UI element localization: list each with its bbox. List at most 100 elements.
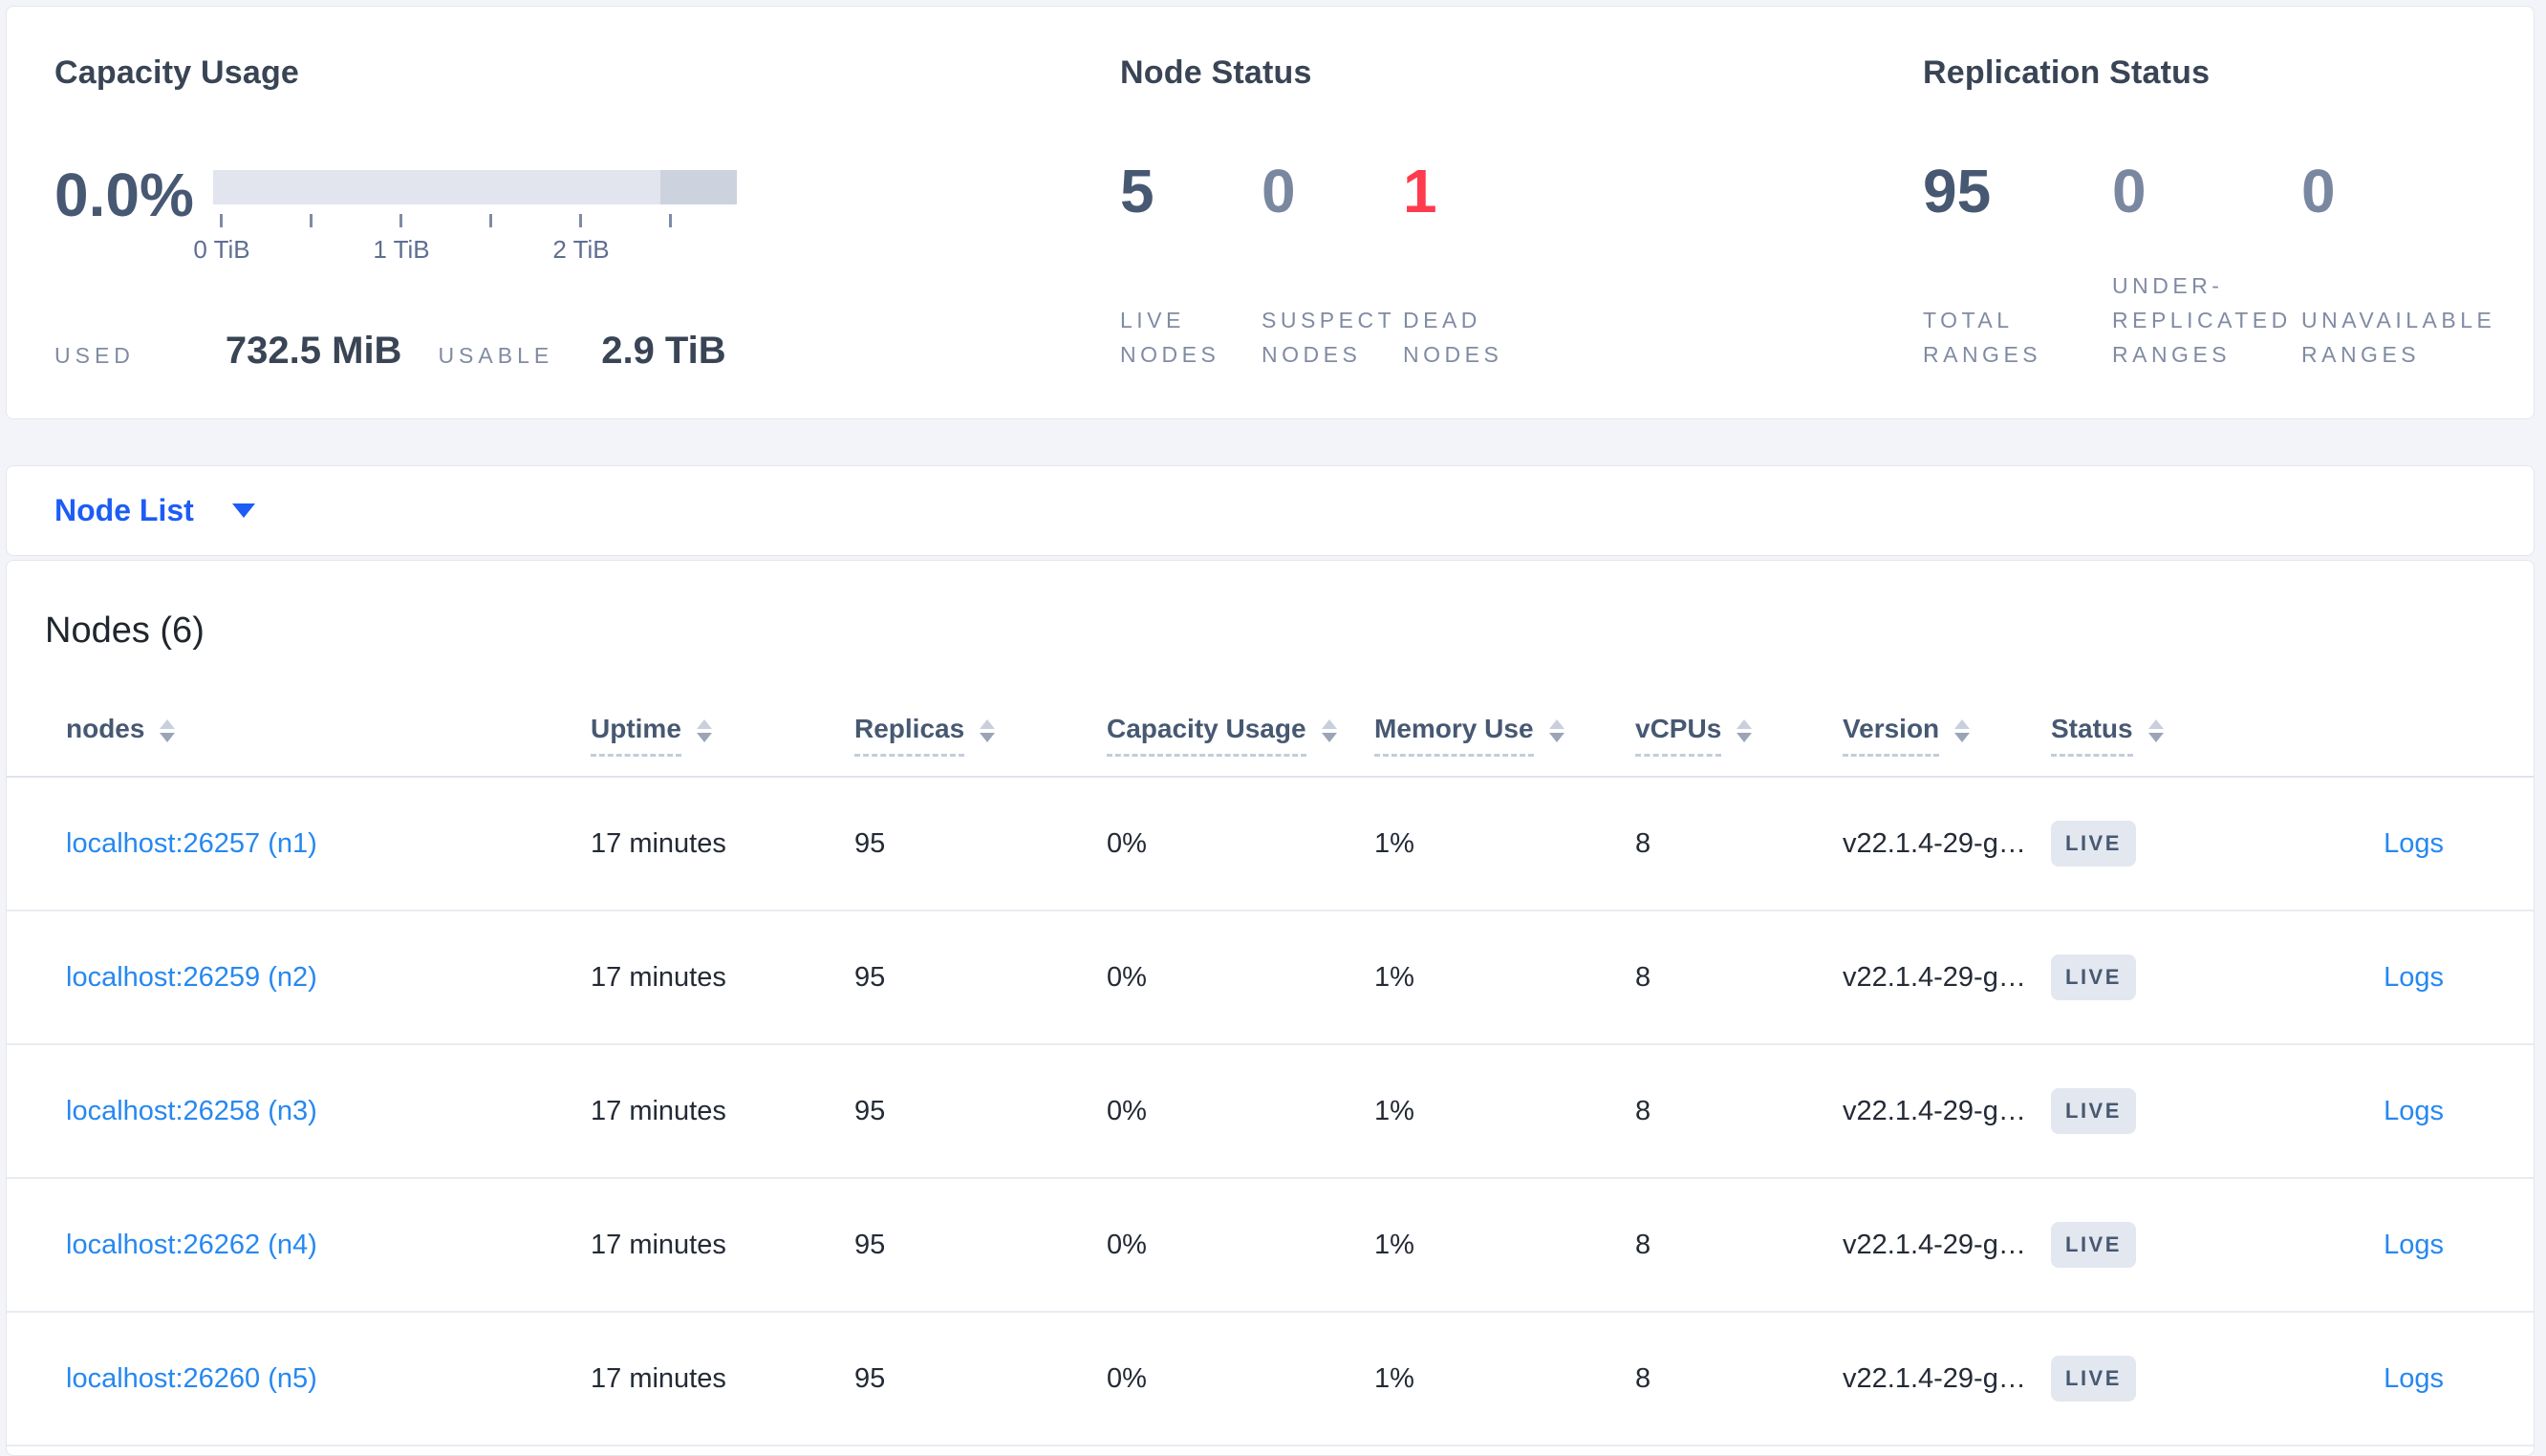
column-header-uptime[interactable]: Uptime (591, 714, 854, 757)
status-badge: LIVE (2051, 1088, 2136, 1134)
view-selector-label[interactable]: Node List (54, 493, 194, 528)
node-status-stats: 5 LIVE NODES 0 SUSPECT NODES 1 DEAD NODE… (1120, 160, 1544, 372)
version-cell: v22.1.4-29-g… (1843, 1229, 2026, 1260)
memory-use-cell: 1% (1374, 961, 1414, 993)
replicas-cell: 95 (854, 1362, 886, 1394)
sort-icon[interactable] (1321, 718, 1337, 742)
version-cell: v22.1.4-29-g… (1843, 1095, 2026, 1126)
node-status-title: Node Status (1120, 54, 1312, 91)
sort-icon[interactable] (160, 718, 176, 742)
column-header-status[interactable]: Status (2051, 714, 2377, 757)
status-badge: LIVE (2051, 954, 2136, 1000)
capacity-usage-title: Capacity Usage (54, 54, 300, 91)
under-replicated-ranges-value: 0 (2112, 157, 2147, 225)
under-replicated-ranges-label: UNDER-REPLICATED RANGES (2112, 273, 2292, 367)
dead-nodes-value: 1 (1403, 157, 1437, 225)
capacity-bar-chart: 0 TiB 1 TiB 2 TiB (193, 170, 737, 304)
used-label: USED (54, 343, 135, 368)
stat-suspect-nodes: 0 SUSPECT NODES (1262, 160, 1403, 372)
usable-value: 2.9 TiB (601, 330, 726, 372)
table-body: localhost:26257 (n1) 17 minutes 95 0% 1%… (7, 778, 2534, 1446)
capacity-usage-cell: 0% (1107, 827, 1147, 859)
capacity-bar-reserved-segment (660, 170, 737, 204)
logs-link[interactable]: Logs (2384, 1363, 2444, 1394)
axis-tick (669, 214, 672, 227)
replication-status-stats: 95 TOTAL RANGES 0 UNDER-REPLICATED RANGE… (1923, 157, 2496, 372)
uptime-cell: 17 minutes (591, 1095, 726, 1126)
capacity-usage-cell: 0% (1107, 1229, 1147, 1260)
caret-down-icon (231, 503, 255, 518)
axis-tick (310, 214, 313, 227)
uptime-cell: 17 minutes (591, 961, 726, 993)
node-link[interactable]: localhost:26258 (n3) (66, 1096, 317, 1126)
capacity-usage-cell: 0% (1107, 1095, 1147, 1126)
sort-icon[interactable] (980, 718, 996, 742)
node-link[interactable]: localhost:26262 (n4) (66, 1230, 317, 1260)
capacity-usage-cell: 0% (1107, 1362, 1147, 1394)
uptime-cell: 17 minutes (591, 827, 726, 859)
column-header-capacity-usage[interactable]: Capacity Usage (1107, 714, 1374, 757)
replicas-cell: 95 (854, 1229, 886, 1260)
node-link[interactable]: localhost:26259 (n2) (66, 962, 317, 993)
view-selector-dropdown[interactable]: Node List (6, 465, 2535, 556)
status-badge: LIVE (2051, 1222, 2136, 1268)
memory-use-cell: 1% (1374, 1229, 1414, 1260)
table-row: localhost:26259 (n2) 17 minutes 95 0% 1%… (7, 911, 2534, 1045)
replicas-cell: 95 (854, 1095, 886, 1126)
replicas-cell: 95 (854, 827, 886, 859)
axis-tick (579, 214, 582, 227)
node-status-summary: Node Status 5 LIVE NODES 0 SUSPECT NODES… (1120, 54, 1544, 372)
status-badge: LIVE (2051, 1356, 2136, 1402)
sort-icon[interactable] (1737, 718, 1753, 742)
cluster-summary-panel: Capacity Usage 0.0% 0 TiB 1 TiB 2 TiB US… (6, 6, 2535, 419)
live-nodes-value: 5 (1120, 157, 1154, 225)
sort-icon[interactable] (1954, 718, 1971, 742)
capacity-usage-cell: 0% (1107, 961, 1147, 993)
unavailable-ranges-label: UNAVAILABLE RANGES (2301, 308, 2496, 367)
memory-use-cell: 1% (1374, 827, 1414, 859)
dead-nodes-label: DEAD NODES (1403, 308, 1503, 367)
status-badge: LIVE (2051, 821, 2136, 867)
column-header-memory-use[interactable]: Memory Use (1374, 714, 1635, 757)
unavailable-ranges-value: 0 (2301, 157, 2336, 225)
capacity-percent-value: 0.0% (54, 161, 194, 229)
stat-total-ranges: 95 TOTAL RANGES (1923, 160, 2112, 372)
total-ranges-label: TOTAL RANGES (1923, 308, 2042, 367)
column-header-nodes[interactable]: nodes (66, 714, 591, 757)
sort-icon[interactable] (696, 718, 712, 742)
logs-link[interactable]: Logs (2384, 1096, 2444, 1126)
axis-tick (220, 214, 223, 227)
logs-link[interactable]: Logs (2384, 962, 2444, 993)
capacity-usage-summary: Capacity Usage 0.0% 0 TiB 1 TiB 2 TiB US… (54, 54, 800, 389)
logs-link[interactable]: Logs (2384, 1230, 2444, 1260)
column-header-version[interactable]: Version (1843, 714, 2051, 757)
suspect-nodes-value: 0 (1262, 157, 1296, 225)
replication-status-summary: Replication Status 95 TOTAL RANGES 0 UND… (1923, 54, 2496, 372)
memory-use-cell: 1% (1374, 1095, 1414, 1126)
logs-link[interactable]: Logs (2384, 828, 2444, 859)
axis-tick-label: 2 TiB (552, 235, 610, 264)
suspect-nodes-label: SUSPECT NODES (1262, 308, 1395, 367)
column-header-replicas[interactable]: Replicas (854, 714, 1107, 757)
memory-use-cell: 1% (1374, 1362, 1414, 1394)
sort-icon[interactable] (2147, 718, 2164, 742)
stat-under-replicated-ranges: 0 UNDER-REPLICATED RANGES (2112, 160, 2301, 372)
table-row: localhost:26260 (n5) 17 minutes 95 0% 1%… (7, 1313, 2534, 1446)
vcpus-cell: 8 (1635, 1229, 1651, 1260)
uptime-cell: 17 minutes (591, 1362, 726, 1394)
live-nodes-label: LIVE NODES (1120, 308, 1220, 367)
vcpus-cell: 8 (1635, 961, 1651, 993)
vcpus-cell: 8 (1635, 827, 1651, 859)
table-row: localhost:26258 (n3) 17 minutes 95 0% 1%… (7, 1045, 2534, 1179)
node-link[interactable]: localhost:26260 (n5) (66, 1363, 317, 1394)
node-link[interactable]: localhost:26257 (n1) (66, 828, 317, 859)
column-header-vcpus[interactable]: vCPUs (1635, 714, 1843, 757)
capacity-bar-track (213, 170, 737, 204)
stat-live-nodes: 5 LIVE NODES (1120, 160, 1262, 372)
version-cell: v22.1.4-29-g… (1843, 1362, 2026, 1394)
sort-icon[interactable] (1548, 718, 1564, 742)
replication-status-title: Replication Status (1923, 54, 2211, 91)
uptime-cell: 17 minutes (591, 1229, 726, 1260)
table-header-row: nodes Uptime Replicas Capacity Usage Mem… (7, 651, 2534, 778)
replicas-cell: 95 (854, 961, 886, 993)
